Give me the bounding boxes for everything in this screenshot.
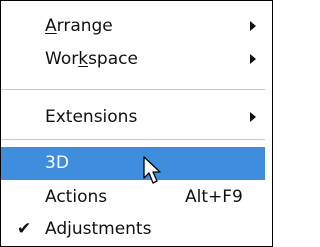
menu-item-label: Workspace (45, 49, 138, 69)
submenu-arrow-icon (250, 21, 256, 31)
menu-item-extensions[interactable]: Extensions (1, 101, 265, 134)
menu-item-adjustments[interactable]: ✔ Adjustments (1, 213, 265, 246)
submenu-arrow-icon (250, 112, 256, 122)
menu-item-workspace[interactable]: Workspace (1, 43, 265, 76)
menu-separator (1, 139, 265, 140)
mouse-pointer-icon (143, 156, 165, 186)
menu-item-label: Actions (45, 187, 108, 207)
menu-item-label: 3D (45, 153, 69, 173)
menu-item-label: Extensions (45, 107, 138, 127)
menu-item-arrange[interactable]: Arrange (1, 10, 265, 43)
menu-item-label: Arrange (45, 16, 113, 36)
menu-item-shortcut: Alt+F9 (185, 187, 243, 207)
submenu-arrow-icon (250, 54, 256, 64)
menu-item-label: Adjustments (45, 219, 152, 239)
menu-separator (1, 89, 265, 90)
menu-item-3d[interactable]: 3D (1, 147, 265, 180)
window-menu-dropdown: Arrange Workspace Extensions 3D Actions … (0, 0, 273, 247)
menu-item-actions[interactable]: Actions Alt+F9 (1, 181, 265, 214)
checkmark-icon: ✔ (17, 219, 32, 239)
